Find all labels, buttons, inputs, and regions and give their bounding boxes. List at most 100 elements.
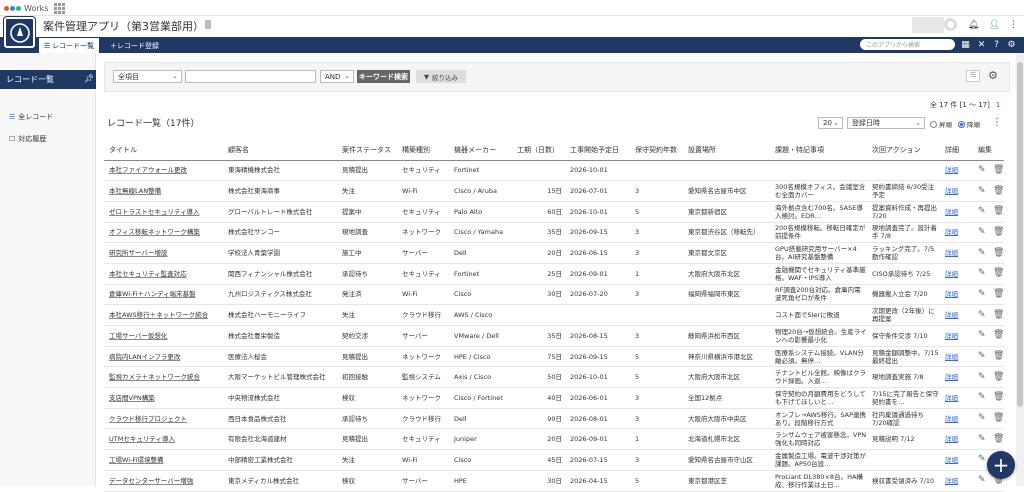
record-title-link[interactable]: 倉庫Wi-Fi＋ハンディ端末基盤 — [109, 290, 196, 298]
record-title-link[interactable]: オフィス移転ネットワーク構築 — [109, 228, 200, 236]
detail-link[interactable]: 詳細 — [945, 166, 958, 174]
record-title-link[interactable]: UTMセキュリティ導入 — [109, 435, 175, 443]
csv-icon[interactable]: ☰ — [966, 70, 980, 82]
edit-icon[interactable]: ✎ — [978, 207, 987, 216]
edit-icon[interactable]: ✎ — [978, 186, 987, 196]
keyword-input[interactable] — [185, 70, 316, 83]
column-header[interactable]: 設置場所 — [683, 140, 770, 161]
grid-icon[interactable] — [54, 3, 65, 14]
edit-icon[interactable]: ✎ — [978, 289, 987, 299]
trash-icon[interactable]: 🗑︎ — [993, 393, 1004, 402]
column-header[interactable]: タイトル — [104, 140, 223, 161]
scrollbar-thumb[interactable] — [1017, 62, 1023, 407]
page-number[interactable]: 1 — [996, 101, 1000, 109]
record-title-link[interactable]: 研究所サーバー増設 — [109, 249, 167, 257]
column-header[interactable]: 次回アクション — [867, 140, 940, 161]
detail-link[interactable]: 詳細 — [945, 394, 958, 402]
record-title-link[interactable]: 監視カメラ＋ネットワーク統合 — [109, 373, 200, 381]
sidebar-item-history[interactable]: ☐ 対応履歴 — [9, 134, 46, 144]
user-icon[interactable]: 👤︎ — [988, 18, 1001, 31]
trash-icon[interactable]: 🗑︎ — [993, 310, 1004, 320]
detail-link[interactable]: 詳細 — [945, 415, 958, 423]
field-select[interactable]: 全項目 ⌄ — [113, 70, 182, 83]
trash-icon[interactable]: 🗑︎ — [993, 186, 1004, 196]
edit-icon[interactable]: ✎ — [978, 352, 987, 361]
edit-icon[interactable]: ✎ — [978, 434, 987, 444]
detail-link[interactable]: 詳細 — [945, 208, 958, 216]
detail-link[interactable]: 詳細 — [945, 373, 958, 381]
detail-link[interactable]: 詳細 — [945, 456, 958, 464]
avatar[interactable]: ● — [944, 18, 957, 31]
edit-icon[interactable]: ✎ — [978, 455, 987, 464]
record-title-link[interactable]: 工場サーバー仮想化 — [109, 332, 167, 340]
tools-icon[interactable]: ✕ — [976, 39, 987, 50]
app-search-input[interactable]: このアプリから検索 — [860, 39, 955, 50]
sort-desc-radio[interactable]: 降順 — [958, 119, 980, 129]
edit-icon[interactable]: ✎ — [978, 331, 987, 340]
narrow-down-button[interactable]: ▼ 絞り込み — [416, 70, 466, 83]
record-title-link[interactable]: 本社セキュリティ監査対応 — [109, 270, 187, 278]
column-header[interactable]: 課題・特記事項 — [770, 140, 867, 161]
bell-icon[interactable]: 🔔︎ — [967, 18, 980, 31]
edit-icon[interactable]: ✎ — [978, 372, 987, 382]
detail-link[interactable]: 詳細 — [945, 290, 958, 298]
more-icon[interactable]: ⋮ — [1007, 18, 1020, 31]
tab-record-list[interactable]: ☰ レコード一覧 — [39, 38, 99, 53]
sidebar-item-all-records[interactable]: ☰ 全レコード — [9, 112, 53, 122]
record-title-link[interactable]: データセンターサーバー増強 — [109, 477, 193, 485]
column-header[interactable]: 案件ステータス — [337, 140, 397, 161]
column-header[interactable]: 保守契約年数 — [630, 140, 683, 161]
per-page-select[interactable]: 20 ⌄ — [818, 117, 843, 129]
detail-link[interactable]: 詳細 — [945, 477, 958, 485]
tab-record-add[interactable]: ＋レコード登録 — [110, 38, 159, 53]
edit-icon[interactable]: ✎ — [978, 165, 987, 175]
trash-icon[interactable]: 🗑︎ — [993, 414, 1004, 423]
column-header[interactable]: 編集 — [973, 140, 1004, 161]
column-header[interactable]: 構築種別 — [397, 140, 449, 161]
trash-icon[interactable]: 🗑︎ — [993, 165, 1004, 175]
edit-icon[interactable]: ✎ — [978, 393, 987, 402]
edit-icon[interactable]: ✎ — [978, 248, 987, 258]
add-record-button[interactable]: + — [987, 451, 1015, 479]
record-title-link[interactable]: 本社AWS移行＋ネットワーク統合 — [109, 311, 208, 319]
operator-select[interactable]: AND ⌄ — [320, 70, 354, 83]
more-icon[interactable]: ⋮ — [992, 117, 1002, 128]
record-title-link[interactable]: クラウド移行プロジェクト — [109, 415, 187, 423]
edit-icon[interactable]: ✎ — [978, 476, 987, 485]
trash-icon[interactable]: 🗑︎ — [993, 352, 1004, 361]
detail-link[interactable]: 詳細 — [945, 270, 958, 278]
brand-logo[interactable]: Works — [4, 2, 48, 14]
detail-link[interactable]: 詳細 — [945, 353, 958, 361]
trash-icon[interactable]: 🗑︎ — [993, 269, 1004, 278]
detail-link[interactable]: 詳細 — [945, 187, 958, 195]
settings-icon[interactable]: ⚙ — [1006, 39, 1017, 50]
trash-icon[interactable]: 🗑︎ — [993, 248, 1004, 258]
sort-field-select[interactable]: 登録日時 ⌄ — [847, 117, 925, 129]
edit-icon[interactable]: ✎ — [978, 227, 987, 237]
trash-icon[interactable]: 🗑︎ — [993, 227, 1004, 237]
detail-link[interactable]: 詳細 — [945, 311, 958, 319]
edit-icon[interactable]: ✎ — [978, 310, 987, 320]
edit-icon[interactable]: ✎ — [978, 269, 987, 278]
trash-icon[interactable]: 🗑︎ — [993, 434, 1004, 444]
trash-icon[interactable]: 🗑︎ — [993, 207, 1004, 216]
record-title-link[interactable]: 支店間VPN構築 — [109, 394, 155, 402]
record-title-link[interactable]: 本社無線LAN整備 — [109, 187, 161, 195]
detail-link[interactable]: 詳細 — [945, 332, 958, 340]
detail-link[interactable]: 詳細 — [945, 249, 958, 257]
detail-link[interactable]: 詳細 — [945, 228, 958, 236]
bookmark-icon[interactable] — [205, 20, 211, 29]
column-header[interactable]: 顧客名 — [223, 140, 337, 161]
column-header[interactable]: 工事開始予定日 — [565, 140, 630, 161]
column-header[interactable]: 詳細 — [940, 140, 973, 161]
record-title-link[interactable]: ゼロトラストセキュリティ導入 — [109, 208, 199, 216]
sort-asc-radio[interactable]: 昇順 — [930, 119, 952, 129]
grid-view-icon[interactable]: ▦ — [960, 39, 971, 50]
record-title-link[interactable]: 工場Wi-Fi環境整備 — [109, 456, 164, 464]
column-header[interactable]: 機器メーカー — [449, 140, 512, 161]
pin-icon[interactable]: 📌︎ — [84, 74, 94, 83]
column-header[interactable]: 工期（日数） — [512, 140, 565, 161]
trash-icon[interactable]: 🗑︎ — [993, 289, 1004, 299]
record-title-link[interactable]: 病院内LANインフラ更改 — [109, 353, 180, 361]
edit-icon[interactable]: ✎ — [978, 414, 987, 423]
